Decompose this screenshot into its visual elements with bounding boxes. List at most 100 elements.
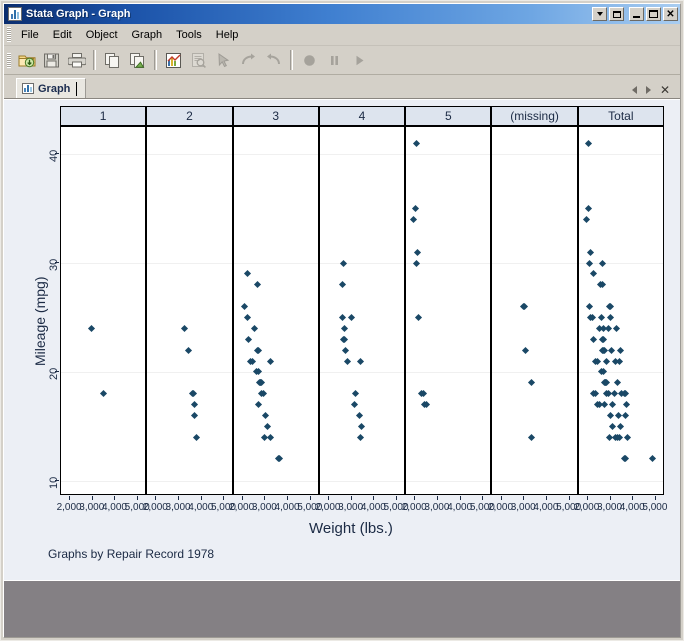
save-as-icon[interactable] xyxy=(126,49,149,71)
x-tick-mark xyxy=(459,496,461,500)
y-tick-label: 30 xyxy=(48,258,60,272)
tab-label: Graph xyxy=(38,82,71,95)
grid-line xyxy=(147,371,232,373)
grid-line xyxy=(578,480,663,482)
title-bar: Stata Graph - Graph ✕ xyxy=(4,4,680,24)
menu-item-tools[interactable]: Tools xyxy=(169,27,209,43)
data-point-marker xyxy=(613,379,622,387)
data-point-marker xyxy=(255,401,263,409)
preview-icon xyxy=(187,49,210,71)
panel-header: 2 xyxy=(146,106,233,126)
data-point-marker xyxy=(338,281,346,289)
data-point-marker xyxy=(267,433,275,441)
data-point-marker xyxy=(612,324,620,332)
x-tick-mark xyxy=(414,496,416,500)
tab-next-icon[interactable] xyxy=(645,86,651,94)
print-icon[interactable] xyxy=(65,49,88,71)
toolbar-separator xyxy=(93,50,96,70)
data-point-marker xyxy=(352,390,360,398)
data-point-marker xyxy=(616,422,624,430)
graph-window-icon xyxy=(8,7,22,21)
tab-prev-icon[interactable] xyxy=(631,86,637,94)
tab-graph[interactable]: Graph xyxy=(16,78,87,98)
data-point-marker xyxy=(253,281,261,289)
panel-plot-area xyxy=(232,126,319,495)
graph-editor-icon[interactable] xyxy=(162,49,185,71)
menu-item-graph[interactable]: Graph xyxy=(125,27,170,43)
toolbar xyxy=(4,46,680,75)
graph-note: Graphs by Repair Record 1978 xyxy=(48,547,215,561)
data-point-marker xyxy=(609,422,617,430)
data-point-marker xyxy=(240,303,248,311)
grid-line xyxy=(61,154,146,156)
save-icon[interactable] xyxy=(40,49,63,71)
menu-item-object[interactable]: Object xyxy=(79,27,125,43)
menu-grip[interactable] xyxy=(7,27,11,42)
grid-line xyxy=(492,480,577,482)
open-icon[interactable] xyxy=(15,49,38,71)
grid-line xyxy=(319,154,405,156)
panel-plot-area xyxy=(318,126,406,495)
y-tick-mark xyxy=(55,262,59,264)
x-tick-mark xyxy=(309,496,311,500)
toolbar-separator xyxy=(290,50,293,70)
x-tick-mark xyxy=(436,496,438,500)
x-tick-mark xyxy=(91,496,93,500)
data-point-marker xyxy=(192,433,200,441)
toolbar-grip[interactable] xyxy=(7,52,11,68)
data-point-marker xyxy=(357,422,365,430)
data-point-marker xyxy=(357,433,365,441)
panel-header: 1 xyxy=(60,106,147,126)
tab-strip: Graph ✕ xyxy=(4,75,680,99)
data-point-marker xyxy=(582,215,590,224)
menu-item-edit[interactable]: Edit xyxy=(46,27,79,43)
graph-canvas: Mileage (mpg) 10 20 30 40 1 2,000 3,000 4,000 5,0… xyxy=(4,100,680,561)
grid-line xyxy=(147,154,232,156)
x-tick-mark xyxy=(396,496,398,500)
window-minimize-button[interactable] xyxy=(629,7,644,21)
data-point-marker xyxy=(244,335,252,343)
data-point-marker xyxy=(600,335,608,343)
data-point-marker xyxy=(413,259,421,267)
data-point-marker xyxy=(585,303,593,311)
data-point-marker xyxy=(585,139,593,147)
x-tick-label: 5,000 xyxy=(642,502,668,513)
x-axis-title: Weight (lbs.) xyxy=(309,520,393,537)
x-tick-mark xyxy=(287,496,289,500)
x-tick-mark xyxy=(241,496,243,500)
window-title: Stata Graph - Graph xyxy=(26,8,131,20)
data-point-marker xyxy=(99,390,107,398)
data-point-marker xyxy=(589,270,597,278)
menu-item-help[interactable]: Help xyxy=(209,27,246,43)
x-tick-mark xyxy=(586,496,588,500)
data-point-marker xyxy=(249,357,257,365)
x-tick-mark xyxy=(223,496,225,500)
y-tick-mark xyxy=(55,153,59,155)
panel-plot-area xyxy=(577,126,664,495)
tab-nav-controls: ✕ xyxy=(631,84,680,98)
panel-header-label: 4 xyxy=(358,109,366,123)
data-point-marker xyxy=(341,324,349,332)
data-point-marker xyxy=(611,390,619,398)
data-point-marker xyxy=(87,324,95,332)
panel-header-label: 2 xyxy=(186,109,193,123)
window-menu-dropdown-button[interactable] xyxy=(592,7,607,21)
graph-viewport[interactable]: Mileage (mpg) 10 20 30 40 1 2,000 3,000 4,000 5,0… xyxy=(4,99,680,580)
panel-header: (missing) xyxy=(491,106,578,126)
copy-icon[interactable] xyxy=(101,49,124,71)
window-maximize-button[interactable] xyxy=(646,7,661,21)
grid-line xyxy=(406,371,491,373)
data-point-marker xyxy=(191,401,199,409)
x-tick-mark xyxy=(69,496,71,500)
grid-line xyxy=(61,371,146,373)
tab-close-icon[interactable]: ✕ xyxy=(660,84,670,96)
y-tick-label: 10 xyxy=(48,476,60,489)
data-point-marker xyxy=(624,433,632,441)
window-restore-button[interactable] xyxy=(609,7,624,21)
panel-header: 4 xyxy=(318,106,406,126)
menu-item-file[interactable]: File xyxy=(14,27,46,43)
window-close-button[interactable]: ✕ xyxy=(663,7,678,21)
grid-line xyxy=(147,263,232,265)
data-point-marker xyxy=(262,411,270,419)
data-point-marker xyxy=(412,205,420,213)
